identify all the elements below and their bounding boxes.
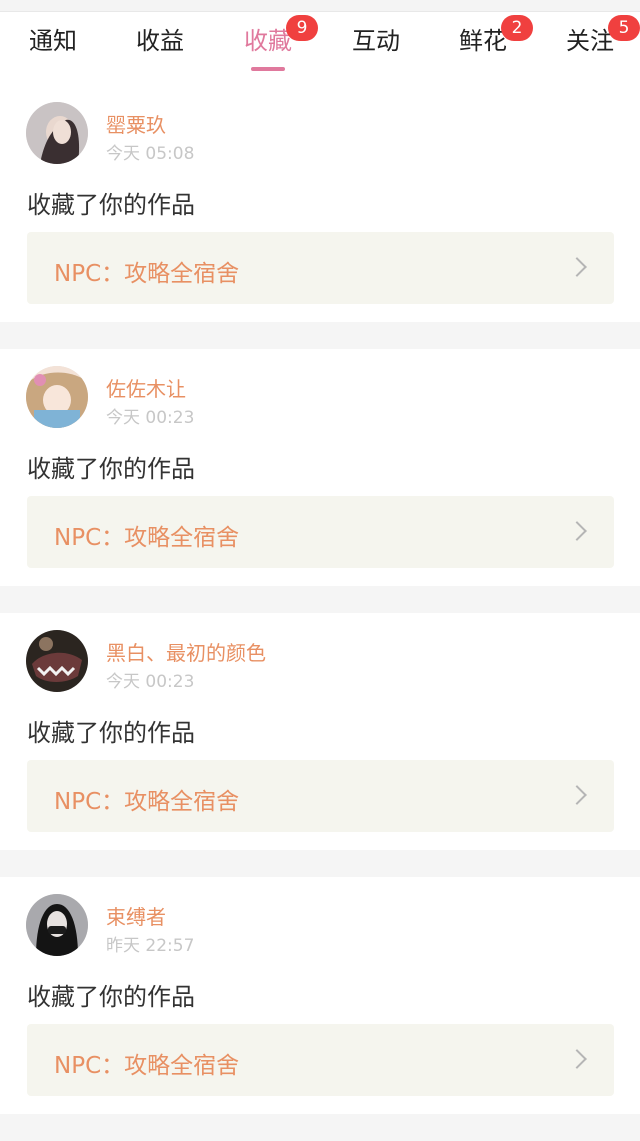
work-title: NPC：攻略全宿舍: [54, 789, 240, 815]
chevron-right-icon: [567, 785, 587, 805]
tab-label: 互动: [352, 27, 400, 55]
tab-label: 关注: [566, 27, 614, 55]
list-item: 罂粟玖 今天 05:08 收藏了你的作品 NPC：攻略全宿舍: [0, 85, 640, 322]
chevron-right-icon: [567, 1049, 587, 1069]
work-link[interactable]: NPC：攻略全宿舍: [27, 232, 614, 304]
top-divider: [0, 0, 640, 12]
action-text: 收藏了你的作品: [27, 983, 195, 1011]
item-separator: [0, 850, 640, 877]
tab-notifications[interactable]: 通知: [25, 25, 81, 65]
list-item: 束缚者 昨天 22:57 收藏了你的作品 NPC：攻略全宿舍: [0, 877, 640, 1114]
timestamp: 今天 05:08: [106, 144, 195, 164]
user-name[interactable]: 束缚者: [106, 901, 166, 930]
work-link[interactable]: NPC：攻略全宿舍: [27, 1024, 614, 1096]
work-title: NPC：攻略全宿舍: [54, 1053, 240, 1079]
item-separator: [0, 586, 640, 613]
list-item: 黑白、最初的颜色 今天 00:23 收藏了你的作品 NPC：攻略全宿舍: [0, 613, 640, 850]
tab-badge: 5: [608, 15, 640, 41]
tab-follows[interactable]: 关注 5: [562, 15, 640, 65]
tab-earnings[interactable]: 收益: [132, 25, 188, 65]
avatar[interactable]: [26, 366, 88, 428]
work-link[interactable]: NPC：攻略全宿舍: [27, 760, 614, 832]
chevron-right-icon: [567, 521, 587, 541]
favorites-feed: 罂粟玖 今天 05:08 收藏了你的作品 NPC：攻略全宿舍 佐佐木让 今天 0…: [0, 85, 640, 1141]
action-text: 收藏了你的作品: [27, 191, 195, 219]
tab-favorites[interactable]: 收藏 9: [240, 15, 318, 71]
avatar[interactable]: [26, 894, 88, 956]
tab-label: 鲜花: [459, 27, 507, 55]
timestamp: 昨天 22:57: [106, 936, 195, 956]
work-title: NPC：攻略全宿舍: [54, 525, 240, 551]
item-separator: [0, 322, 640, 349]
user-name[interactable]: 佐佐木让: [106, 373, 186, 402]
tab-label: 收藏: [244, 27, 292, 55]
tab-badge: 2: [501, 15, 533, 41]
timestamp: 今天 00:23: [106, 672, 195, 692]
active-tab-indicator: [251, 67, 285, 71]
tab-flowers[interactable]: 鲜花 2: [455, 15, 533, 65]
work-title: NPC：攻略全宿舍: [54, 261, 240, 287]
tab-label: 通知: [29, 27, 77, 55]
avatar[interactable]: [26, 102, 88, 164]
chevron-right-icon: [567, 257, 587, 277]
tab-badge: 9: [286, 15, 318, 41]
work-link[interactable]: NPC：攻略全宿舍: [27, 496, 614, 568]
list-item: 佐佐木让 今天 00:23 收藏了你的作品 NPC：攻略全宿舍: [0, 349, 640, 586]
item-separator: [0, 1114, 640, 1141]
user-name[interactable]: 黑白、最初的颜色: [106, 637, 266, 666]
timestamp: 今天 00:23: [106, 408, 195, 428]
tab-bar: 通知 收益 收藏 9 互动 鲜花 2 关注 5: [0, 13, 640, 85]
avatar[interactable]: [26, 630, 88, 692]
tab-label: 收益: [136, 27, 184, 55]
action-text: 收藏了你的作品: [27, 455, 195, 483]
user-name[interactable]: 罂粟玖: [106, 109, 166, 138]
tab-interactions[interactable]: 互动: [348, 25, 404, 65]
action-text: 收藏了你的作品: [27, 719, 195, 747]
